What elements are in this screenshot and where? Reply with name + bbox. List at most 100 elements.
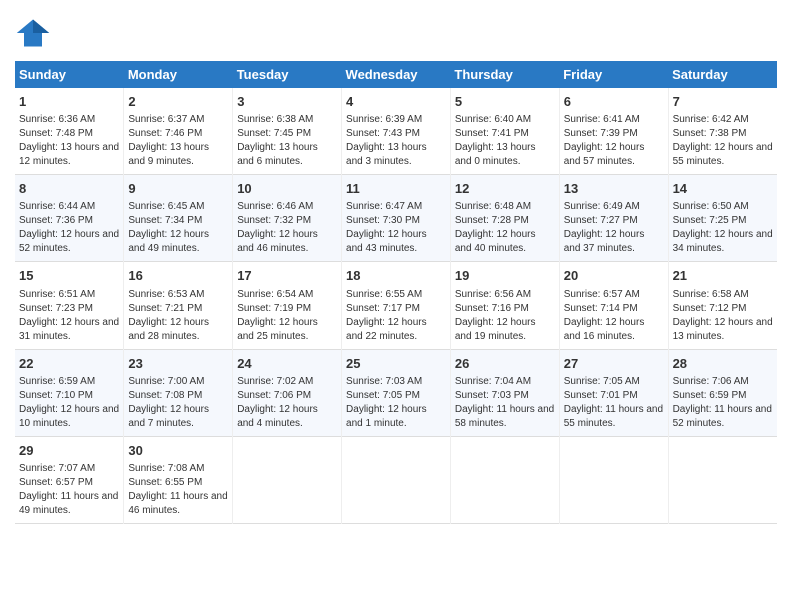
calendar-cell: 14 Sunrise: 6:50 AMSunset: 7:25 PMDayligh… [668,175,777,262]
day-number: 15 [19,267,119,285]
calendar-cell: 26 Sunrise: 7:04 AMSunset: 7:03 PMDayligh… [450,349,559,436]
day-number: 26 [455,355,555,373]
day-number: 7 [673,93,773,111]
day-info: Sunrise: 6:44 AMSunset: 7:36 PMDaylight:… [19,200,119,256]
calendar-cell: 28 Sunrise: 7:06 AMSunset: 6:59 PMDayligh… [668,349,777,436]
day-info: Sunrise: 7:04 AMSunset: 7:03 PMDaylight:… [455,375,555,431]
calendar-cell: 23 Sunrise: 7:00 AMSunset: 7:08 PMDayligh… [124,349,233,436]
day-info: Sunrise: 6:42 AMSunset: 7:38 PMDaylight:… [673,113,773,169]
calendar-week-row: 8 Sunrise: 6:44 AMSunset: 7:36 PMDaylight… [15,175,777,262]
calendar-cell: 20 Sunrise: 6:57 AMSunset: 7:14 PMDayligh… [559,262,668,349]
day-number: 23 [128,355,228,373]
day-number: 19 [455,267,555,285]
day-info: Sunrise: 6:37 AMSunset: 7:46 PMDaylight:… [128,113,228,169]
day-number: 27 [564,355,664,373]
calendar-header-row: SundayMondayTuesdayWednesdayThursdayFrid… [15,61,777,88]
day-info: Sunrise: 6:45 AMSunset: 7:34 PMDaylight:… [128,200,228,256]
calendar-week-row: 15Sunrise: 6:51 AMSunset: 7:23 PMDayligh… [15,262,777,349]
day-number: 29 [19,442,119,460]
day-number: 4 [346,93,446,111]
day-info: Sunrise: 7:07 AMSunset: 6:57 PMDaylight:… [19,462,119,518]
calendar-cell: 7 Sunrise: 6:42 AMSunset: 7:38 PMDaylight… [668,88,777,175]
calendar-week-row: 29 Sunrise: 7:07 AMSunset: 6:57 PMDayligh… [15,436,777,523]
day-number: 2 [128,93,228,111]
calendar-cell: 19 Sunrise: 6:56 AMSunset: 7:16 PMDayligh… [450,262,559,349]
calendar-cell: 6 Sunrise: 6:41 AMSunset: 7:39 PMDaylight… [559,88,668,175]
calendar-cell: 25 Sunrise: 7:03 AMSunset: 7:05 PMDayligh… [342,349,451,436]
calendar-cell: 2 Sunrise: 6:37 AMSunset: 7:46 PMDaylight… [124,88,233,175]
day-header-sunday: Sunday [15,61,124,88]
calendar-cell: 24 Sunrise: 7:02 AMSunset: 7:06 PMDayligh… [233,349,342,436]
day-number: 17 [237,267,337,285]
calendar-cell: 11Sunrise: 6:47 AMSunset: 7:30 PMDayligh… [342,175,451,262]
day-info: Sunrise: 7:03 AMSunset: 7:05 PMDaylight:… [346,375,446,431]
day-number: 20 [564,267,664,285]
day-number: 10 [237,180,337,198]
day-info: Sunrise: 6:57 AMSunset: 7:14 PMDaylight:… [564,288,664,344]
calendar-cell: 4 Sunrise: 6:39 AMSunset: 7:43 PMDaylight… [342,88,451,175]
day-number: 25 [346,355,446,373]
day-number: 12 [455,180,555,198]
calendar-cell: 1 Sunrise: 6:36 AMSunset: 7:48 PMDaylight… [15,88,124,175]
day-header-wednesday: Wednesday [342,61,451,88]
calendar-cell: 22 Sunrise: 6:59 AMSunset: 7:10 PMDayligh… [15,349,124,436]
day-number: 1 [19,93,119,111]
logo [15,15,56,51]
day-number: 5 [455,93,555,111]
day-header-saturday: Saturday [668,61,777,88]
day-info: Sunrise: 6:56 AMSunset: 7:16 PMDaylight:… [455,288,555,344]
day-info: Sunrise: 6:50 AMSunset: 7:25 PMDaylight:… [673,200,773,256]
calendar-cell: 21Sunrise: 6:58 AMSunset: 7:12 PMDayligh… [668,262,777,349]
day-info: Sunrise: 7:00 AMSunset: 7:08 PMDaylight:… [128,375,228,431]
day-header-friday: Friday [559,61,668,88]
day-number: 8 [19,180,119,198]
day-number: 9 [128,180,228,198]
calendar-cell: 9 Sunrise: 6:45 AMSunset: 7:34 PMDaylight… [124,175,233,262]
day-header-monday: Monday [124,61,233,88]
day-info: Sunrise: 7:02 AMSunset: 7:06 PMDaylight:… [237,375,337,431]
day-info: Sunrise: 6:41 AMSunset: 7:39 PMDaylight:… [564,113,664,169]
day-info: Sunrise: 7:05 AMSunset: 7:01 PMDaylight:… [564,375,664,431]
day-info: Sunrise: 6:36 AMSunset: 7:48 PMDaylight:… [19,113,119,169]
day-number: 21 [673,267,773,285]
day-info: Sunrise: 6:54 AMSunset: 7:19 PMDaylight:… [237,288,337,344]
calendar-cell: 18 Sunrise: 6:55 AMSunset: 7:17 PMDayligh… [342,262,451,349]
day-number: 18 [346,267,446,285]
calendar-cell: 16Sunrise: 6:53 AMSunset: 7:21 PMDayligh… [124,262,233,349]
day-number: 3 [237,93,337,111]
calendar-cell: 5Sunrise: 6:40 AMSunset: 7:41 PMDaylight… [450,88,559,175]
day-info: Sunrise: 6:49 AMSunset: 7:27 PMDaylight:… [564,200,664,256]
day-number: 28 [673,355,773,373]
day-info: Sunrise: 6:48 AMSunset: 7:28 PMDaylight:… [455,200,555,256]
calendar-cell: 17 Sunrise: 6:54 AMSunset: 7:19 PMDayligh… [233,262,342,349]
day-info: Sunrise: 7:06 AMSunset: 6:59 PMDaylight:… [673,375,773,431]
day-number: 24 [237,355,337,373]
calendar-table: SundayMondayTuesdayWednesdayThursdayFrid… [15,61,777,524]
day-info: Sunrise: 6:38 AMSunset: 7:45 PMDaylight:… [237,113,337,169]
day-number: 22 [19,355,119,373]
calendar-week-row: 22 Sunrise: 6:59 AMSunset: 7:10 PMDayligh… [15,349,777,436]
day-number: 6 [564,93,664,111]
page-header [15,15,777,51]
calendar-cell: 12 Sunrise: 6:48 AMSunset: 7:28 PMDayligh… [450,175,559,262]
day-info: Sunrise: 6:46 AMSunset: 7:32 PMDaylight:… [237,200,337,256]
day-info: Sunrise: 6:55 AMSunset: 7:17 PMDaylight:… [346,288,446,344]
calendar-cell: 30 Sunrise: 7:08 AMSunset: 6:55 PMDayligh… [124,436,233,523]
day-info: Sunrise: 6:53 AMSunset: 7:21 PMDaylight:… [128,288,228,344]
calendar-week-row: 1 Sunrise: 6:36 AMSunset: 7:48 PMDaylight… [15,88,777,175]
day-number: 30 [128,442,228,460]
logo-icon [15,15,51,51]
day-info: Sunrise: 7:08 AMSunset: 6:55 PMDaylight:… [128,462,228,518]
calendar-cell [559,436,668,523]
calendar-cell: 27 Sunrise: 7:05 AMSunset: 7:01 PMDayligh… [559,349,668,436]
day-header-tuesday: Tuesday [233,61,342,88]
day-info: Sunrise: 6:59 AMSunset: 7:10 PMDaylight:… [19,375,119,431]
day-number: 11 [346,180,446,198]
calendar-cell: 29 Sunrise: 7:07 AMSunset: 6:57 PMDayligh… [15,436,124,523]
day-number: 13 [564,180,664,198]
day-number: 14 [673,180,773,198]
calendar-cell: 13 Sunrise: 6:49 AMSunset: 7:27 PMDayligh… [559,175,668,262]
day-info: Sunrise: 6:39 AMSunset: 7:43 PMDaylight:… [346,113,446,169]
calendar-cell: 3 Sunrise: 6:38 AMSunset: 7:45 PMDaylight… [233,88,342,175]
calendar-cell: 15Sunrise: 6:51 AMSunset: 7:23 PMDayligh… [15,262,124,349]
